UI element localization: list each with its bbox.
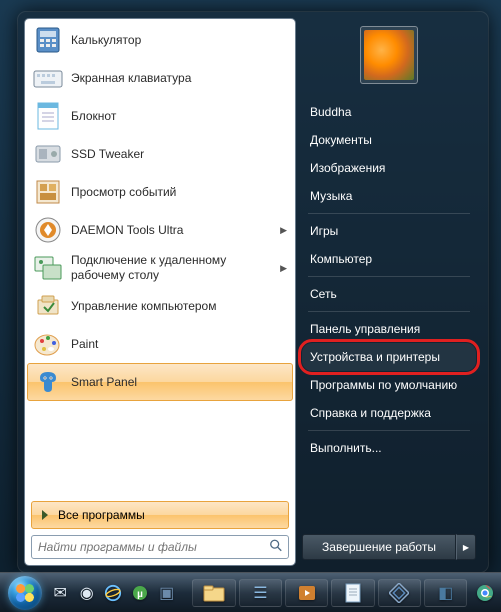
right-panel-item[interactable]: Справка и поддержка — [302, 399, 476, 427]
program-label: Smart Panel — [71, 375, 137, 390]
user-picture — [364, 30, 414, 80]
daemon-icon — [33, 215, 63, 245]
program-label: DAEMON Tools Ultra — [71, 223, 183, 238]
program-label: SSD Tweaker — [71, 147, 144, 162]
program-label: Подключение к удаленному рабочему столу — [71, 253, 280, 283]
right-panel-item[interactable]: Компьютер — [302, 245, 476, 273]
user-picture-frame[interactable] — [360, 26, 418, 84]
taskbar-notepad-button[interactable] — [331, 579, 374, 607]
program-label: Просмотр событий — [71, 185, 176, 200]
smartpanel-icon — [33, 367, 63, 397]
all-programs-button[interactable]: Все программы — [31, 501, 289, 529]
taskbar-player-button[interactable] — [285, 579, 328, 607]
right-panel-item[interactable]: Музыка — [302, 182, 476, 210]
start-menu: Калькулятор Экранная клавиатура Блокнот SSD… — [18, 12, 488, 572]
right-panel-item[interactable]: Программы по умолчанию — [302, 371, 476, 399]
search-box — [31, 535, 289, 559]
all-programs-label: Все программы — [58, 508, 145, 522]
ssd-icon — [33, 139, 63, 169]
taskbar-app2-button[interactable]: ◧ — [424, 579, 467, 607]
program-item[interactable]: Блокнот — [27, 97, 293, 135]
separator — [308, 276, 470, 277]
arrow-right-icon — [42, 510, 48, 520]
right-panel-item-label: Панель управления — [310, 322, 420, 336]
right-panel-item-label: Документы — [310, 133, 372, 147]
taskbar-explorer-button[interactable] — [192, 579, 235, 607]
separator — [308, 213, 470, 214]
program-item[interactable]: Калькулятор — [27, 21, 293, 59]
start-menu-right-panel: Buddha Документы Изображения Музыка Игры Ком… — [296, 18, 482, 566]
pinned-programs-list: Калькулятор Экранная клавиатура Блокнот SSD… — [25, 19, 295, 495]
right-panel-links: Документы Изображения Музыка Игры Компьютер С… — [302, 126, 476, 528]
submenu-arrow-icon: ▶ — [280, 225, 287, 236]
svg-text:µ: µ — [137, 589, 143, 600]
program-label: Экранная клавиатура — [71, 71, 191, 86]
mgmt-icon — [33, 291, 63, 321]
program-item[interactable]: SSD Tweaker — [27, 135, 293, 173]
username-label: Buddha — [310, 105, 351, 119]
taskbar-virtualbox-button[interactable] — [378, 579, 421, 607]
notepad-icon — [33, 101, 63, 131]
separator — [308, 311, 470, 312]
username-item[interactable]: Buddha — [302, 98, 476, 126]
keyboard-icon — [33, 63, 63, 93]
right-panel-item[interactable]: Панель управления — [302, 315, 476, 343]
right-panel-item-label: Изображения — [310, 161, 385, 175]
shutdown-label: Завершение работы — [322, 540, 436, 554]
right-panel-item-label: Программы по умолчанию — [310, 378, 457, 392]
taskbar-ie-icon[interactable] — [102, 579, 126, 607]
taskbar-utorrent-icon[interactable]: µ — [128, 579, 152, 607]
taskbar-mail-icon[interactable]: ✉ — [48, 579, 72, 607]
shutdown-group: Завершение работы ▶ — [302, 534, 476, 560]
program-item[interactable]: Paint — [27, 325, 293, 363]
rdp-icon — [33, 253, 63, 283]
shutdown-options-button[interactable]: ▶ — [456, 534, 476, 560]
taskbar-browser-button[interactable]: ☰ — [239, 579, 282, 607]
program-item[interactable]: Просмотр событий — [27, 173, 293, 211]
calculator-icon — [33, 25, 63, 55]
submenu-arrow-icon: ▶ — [280, 263, 287, 274]
right-panel-item[interactable]: Игры — [302, 217, 476, 245]
start-menu-left-panel: Калькулятор Экранная клавиатура Блокнот SSD… — [24, 18, 296, 566]
right-panel-item[interactable]: Устройства и принтеры — [302, 343, 476, 371]
program-label: Paint — [71, 337, 98, 352]
program-label: Блокнот — [71, 109, 116, 124]
search-input[interactable] — [31, 535, 289, 559]
shutdown-button[interactable]: Завершение работы — [302, 534, 456, 560]
separator — [308, 430, 470, 431]
taskbar-chrome-icon[interactable] — [473, 579, 497, 607]
search-icon — [269, 539, 283, 556]
right-panel-item[interactable]: Изображения — [302, 154, 476, 182]
right-panel-item-label: Справка и поддержка — [310, 406, 431, 420]
program-item[interactable]: Экранная клавиатура — [27, 59, 293, 97]
start-button[interactable] — [4, 575, 45, 611]
program-item[interactable]: Подключение к удаленному рабочему столу▶ — [27, 249, 293, 287]
right-panel-item[interactable]: Выполнить... — [302, 434, 476, 462]
right-panel-item-label: Выполнить... — [310, 441, 382, 455]
paint-icon — [33, 329, 63, 359]
program-item[interactable]: Smart Panel — [27, 363, 293, 401]
right-panel-item-label: Музыка — [310, 189, 352, 203]
eventviewer-icon — [33, 177, 63, 207]
program-item[interactable]: Управление компьютером — [27, 287, 293, 325]
program-item[interactable]: DAEMON Tools Ultra ▶ — [27, 211, 293, 249]
program-label: Управление компьютером — [71, 299, 216, 314]
taskbar-app-icon[interactable]: ▣ — [155, 579, 179, 607]
right-panel-item[interactable]: Сеть — [302, 280, 476, 308]
right-panel-item-label: Сеть — [310, 287, 337, 301]
program-label: Калькулятор — [71, 33, 141, 48]
windows-orb-icon — [8, 576, 42, 610]
right-panel-item-label: Устройства и принтеры — [310, 350, 440, 364]
taskbar: ✉ ◉ µ ▣ ☰ ◧ — [0, 572, 501, 612]
right-panel-item-label: Компьютер — [310, 252, 372, 266]
right-panel-item[interactable]: Документы — [302, 126, 476, 154]
right-panel-item-label: Игры — [310, 224, 338, 238]
taskbar-network-icon[interactable]: ◉ — [75, 579, 99, 607]
